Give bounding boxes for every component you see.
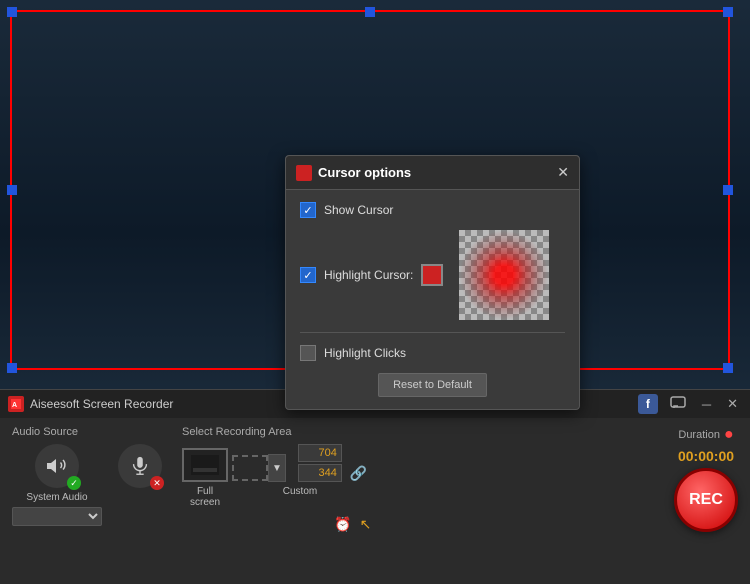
- show-cursor-checkbox[interactable]: [300, 202, 316, 218]
- titlebar-right: f ─ ✕: [638, 394, 742, 414]
- dialog-body: Show Cursor Highlight Cursor: Highlight …: [286, 190, 579, 409]
- system-audio-button[interactable]: ✓: [35, 444, 79, 488]
- highlight-color-swatch[interactable]: [421, 264, 443, 286]
- show-cursor-row: Show Cursor: [300, 202, 565, 218]
- highlight-cursor-label: Highlight Cursor:: [324, 268, 413, 282]
- rec-button[interactable]: REC: [674, 468, 738, 532]
- handle-top-right[interactable]: [723, 7, 733, 17]
- speaker-icon: [45, 454, 69, 478]
- toolbar: A Aiseesoft Screen Recorder f ─ ✕ Audio …: [0, 389, 750, 584]
- cursor-icon[interactable]: ↖: [360, 516, 372, 533]
- highlight-cursor-row: Highlight Cursor:: [300, 230, 565, 320]
- link-dimensions-icon[interactable]: 🔗: [346, 465, 371, 482]
- duration-rec-section: Duration ● 00:00:00 REC: [674, 426, 738, 532]
- handle-bottom-left[interactable]: [7, 363, 17, 373]
- duration-dot: ●: [724, 426, 734, 444]
- mic-cross: ✕: [150, 476, 164, 490]
- chat-icon-button[interactable]: [666, 396, 690, 413]
- duration-time: 00:00:00: [678, 448, 734, 464]
- mic-button[interactable]: ✕: [118, 444, 162, 488]
- handle-bottom-right[interactable]: [723, 363, 733, 373]
- custom-label: Custom: [282, 486, 318, 508]
- recording-area-label: Select Recording Area: [182, 426, 371, 438]
- app-icon-svg: A: [11, 399, 21, 409]
- custom-icon: [232, 455, 268, 481]
- toolbar-content: Audio Source ✓ System Audio: [0, 418, 750, 541]
- app-icon: A: [8, 396, 24, 412]
- fullscreen-icon: [182, 448, 228, 482]
- dialog-close-button[interactable]: ✕: [557, 164, 569, 181]
- minimize-button[interactable]: ─: [698, 397, 715, 412]
- highlight-cursor-checkbox[interactable]: [300, 267, 316, 283]
- dialog-titlebar: Cursor options ✕: [286, 156, 579, 190]
- show-cursor-label: Show Cursor: [324, 203, 393, 217]
- system-audio-label: System Audio: [26, 492, 87, 503]
- highlight-preview: [459, 230, 549, 320]
- close-button[interactable]: ✕: [723, 396, 742, 412]
- handle-top-left[interactable]: [7, 7, 17, 17]
- fullscreen-label: Full screen: [182, 486, 228, 508]
- custom-dropdown-arrow[interactable]: ▼: [268, 454, 286, 482]
- reset-to-default-button[interactable]: Reset to Default: [378, 373, 487, 397]
- height-input[interactable]: 344: [298, 464, 342, 482]
- dialog-title-left: Cursor options: [296, 165, 411, 181]
- cursor-options-dialog: Cursor options ✕ Show Cursor Highlight C…: [285, 155, 580, 410]
- highlight-clicks-checkbox[interactable]: [300, 345, 316, 361]
- glow-overlay: [459, 230, 549, 320]
- area-labels-row: Full screen Custom: [182, 486, 371, 508]
- alarm-icon[interactable]: ⏰: [334, 516, 351, 533]
- custom-icon-wrap: ▼: [232, 454, 286, 482]
- handle-middle-right[interactable]: [723, 185, 733, 195]
- svg-text:A: A: [12, 402, 17, 409]
- width-input[interactable]: 704: [298, 444, 342, 462]
- fullscreen-button[interactable]: [182, 448, 228, 482]
- bottom-icons: ⏰ ↖: [334, 516, 371, 533]
- mic-icon: [129, 455, 151, 477]
- highlight-clicks-row: Highlight Clicks: [300, 345, 565, 361]
- show-cursor-checkmark: [303, 201, 312, 219]
- facebook-icon[interactable]: f: [638, 394, 658, 414]
- recording-area-section: Select Recording Area: [182, 426, 371, 533]
- rec-area-row: ▼ 704 344 🔗: [182, 444, 371, 482]
- audio-section-label: Audio Source: [12, 426, 162, 438]
- highlight-cursor-checkmark: [303, 266, 312, 284]
- dialog-title-text: Cursor options: [318, 165, 411, 180]
- handle-top-center[interactable]: [365, 7, 375, 17]
- duration-label: Duration: [678, 429, 720, 441]
- custom-area-button[interactable]: [232, 455, 268, 481]
- titlebar-left: A Aiseesoft Screen Recorder: [8, 396, 173, 412]
- system-audio-check: ✓: [67, 476, 81, 490]
- handle-middle-left[interactable]: [7, 185, 17, 195]
- dimension-inputs: 704 344: [298, 444, 342, 482]
- custom-area-group: ▼: [232, 454, 286, 482]
- dialog-app-icon: [296, 165, 312, 181]
- highlight-clicks-label: Highlight Clicks: [324, 346, 406, 360]
- audio-source-section: Audio Source ✓ System Audio: [12, 426, 162, 532]
- titlebar-title: Aiseesoft Screen Recorder: [30, 397, 173, 411]
- system-audio-dropdown[interactable]: [12, 507, 102, 526]
- audio-icons: ✓ System Audio ✕: [12, 444, 162, 526]
- dialog-divider: [300, 332, 565, 333]
